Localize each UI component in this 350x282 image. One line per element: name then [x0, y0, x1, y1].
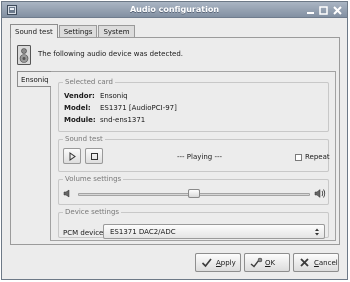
device-panel: Selected card Vendor: Ensoniq Model: ES137…	[50, 71, 336, 241]
sound-test-label: Sound test	[63, 135, 105, 143]
cancel-label-rest: ancel	[318, 259, 338, 267]
selected-card-label: Selected card	[63, 78, 115, 86]
play-button[interactable]	[63, 148, 81, 164]
play-icon	[69, 152, 76, 161]
device-settings-label: Device settings	[63, 208, 122, 216]
checkmark-icon	[201, 258, 212, 268]
module-value: snd-ens1371	[100, 116, 146, 124]
window-title: Audio configuration	[129, 5, 220, 14]
volume-high-icon	[314, 188, 326, 199]
stop-icon	[91, 153, 98, 160]
pcm-device-value: ES1371 DAC2/ADC	[110, 228, 176, 236]
volume-slider-thumb[interactable]	[188, 189, 200, 198]
titlebar[interactable]: Audio configuration	[2, 2, 347, 18]
module-row: Module: snd-ens1371	[64, 116, 145, 124]
tab-bar: Sound test Settings System	[10, 24, 136, 38]
volume-settings-label: Volume settings	[63, 175, 124, 183]
vendor-row: Vendor: Ensoniq	[64, 92, 128, 100]
ok-icon	[250, 257, 263, 268]
maximize-icon[interactable]	[318, 5, 329, 16]
apply-label-rest: pply	[220, 259, 236, 267]
ok-label: OK	[265, 259, 276, 267]
volume-low-icon	[63, 189, 70, 198]
repeat-checkbox[interactable]	[295, 154, 302, 161]
speaker-icon	[17, 45, 31, 65]
selected-card-frame: Selected card Vendor: Ensoniq Model: ES137…	[58, 78, 329, 132]
cancel-x-icon	[300, 258, 309, 267]
tab-sound-test[interactable]: Sound test	[10, 24, 58, 38]
apply-label: Apply	[216, 259, 236, 267]
cancel-button[interactable]: Cancel	[293, 253, 339, 272]
stop-button[interactable]	[85, 148, 103, 164]
audio-config-window: Audio configuration Sound test Settings …	[1, 1, 348, 280]
vendor-key: Vendor:	[64, 92, 95, 100]
cancel-label: Cancel	[314, 259, 338, 267]
ok-label-rest: K	[270, 259, 276, 267]
apply-button[interactable]: Apply	[195, 253, 241, 272]
close-icon[interactable]	[332, 5, 343, 16]
updown-arrows-icon	[315, 228, 319, 236]
tab-ensoniq[interactable]: Ensoniq	[17, 71, 51, 87]
sound-test-frame: Sound test --- Playing --- Repeat	[58, 135, 330, 172]
detected-message: The following audio device was detected.	[38, 50, 184, 58]
playing-status: --- Playing ---	[177, 153, 223, 161]
ok-button[interactable]: OK	[244, 253, 290, 272]
volume-settings-frame: Volume settings	[58, 175, 329, 205]
repeat-label[interactable]: Repeat	[305, 153, 330, 161]
minimize-icon[interactable]	[305, 5, 316, 16]
model-key: Model:	[64, 104, 91, 112]
model-value: ES1371 [AudioPCI-97]	[100, 104, 177, 112]
pcm-device-select[interactable]: ES1371 DAC2/ADC	[103, 224, 325, 239]
device-settings-frame: Device settings PCM device ES1371 DAC2/A…	[58, 208, 329, 239]
model-row: Model: ES1371 [AudioPCI-97]	[64, 104, 177, 112]
pcm-device-label: PCM device	[63, 229, 104, 237]
sound-test-panel: The following audio device was detected.…	[10, 37, 340, 245]
vendor-value: Ensoniq	[100, 92, 128, 100]
module-key: Module:	[64, 116, 96, 124]
